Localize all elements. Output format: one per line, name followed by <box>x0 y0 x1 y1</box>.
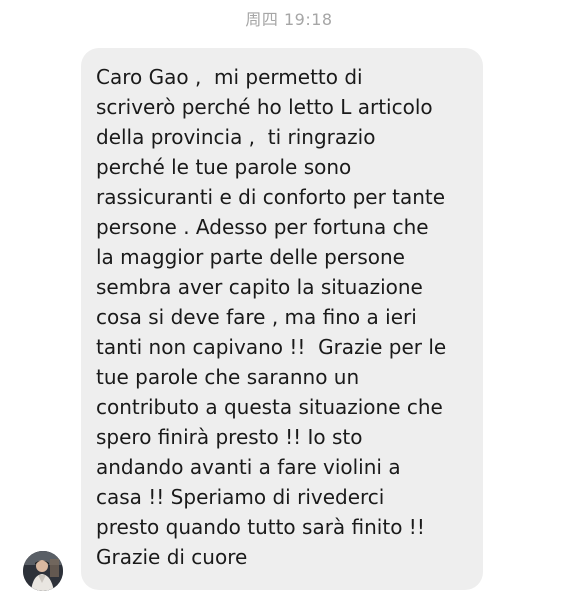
message-line: persone . Adesso per fortuna che <box>96 215 429 239</box>
message-line: andando avanti a fare violini a <box>96 455 401 479</box>
message-line: Grazie di cuore <box>96 545 248 569</box>
message-line: tue parole che saranno un <box>96 365 360 389</box>
message-line: rassicuranti e di conforto per tante <box>96 185 446 209</box>
message-line: perché le tue parole sono <box>96 155 352 179</box>
person-photo-icon <box>23 551 63 591</box>
message-bubble[interactable]: Caro Gao , mi permetto di scriverò perch… <box>81 48 483 590</box>
message-line: casa !! Speriamo di rivederci <box>96 485 385 509</box>
message-text: Caro Gao , mi permetto di scriverò perch… <box>96 62 446 572</box>
message-line: Caro Gao , mi permetto di <box>96 65 363 89</box>
message-line: della provincia , ti ringrazio <box>96 125 376 149</box>
sender-avatar[interactable] <box>23 551 63 591</box>
message-line: scriverò perché ho letto L articolo <box>96 95 433 119</box>
message-line: la maggior parte delle persone <box>96 245 405 269</box>
message-line: contributo a questa situazione che <box>96 395 443 419</box>
message-line: spero finirà presto !! Io sto <box>96 425 363 449</box>
message-line: presto quando tutto sarà finito !! <box>96 515 425 539</box>
message-line: sembra aver capito la situazione <box>96 275 423 299</box>
message-line: cosa si deve fare , ma fino a ieri <box>96 305 417 329</box>
message-line: tanti non capivano !! Grazie per le <box>96 335 447 359</box>
message-row: Caro Gao , mi permetto di scriverò perch… <box>0 0 578 600</box>
